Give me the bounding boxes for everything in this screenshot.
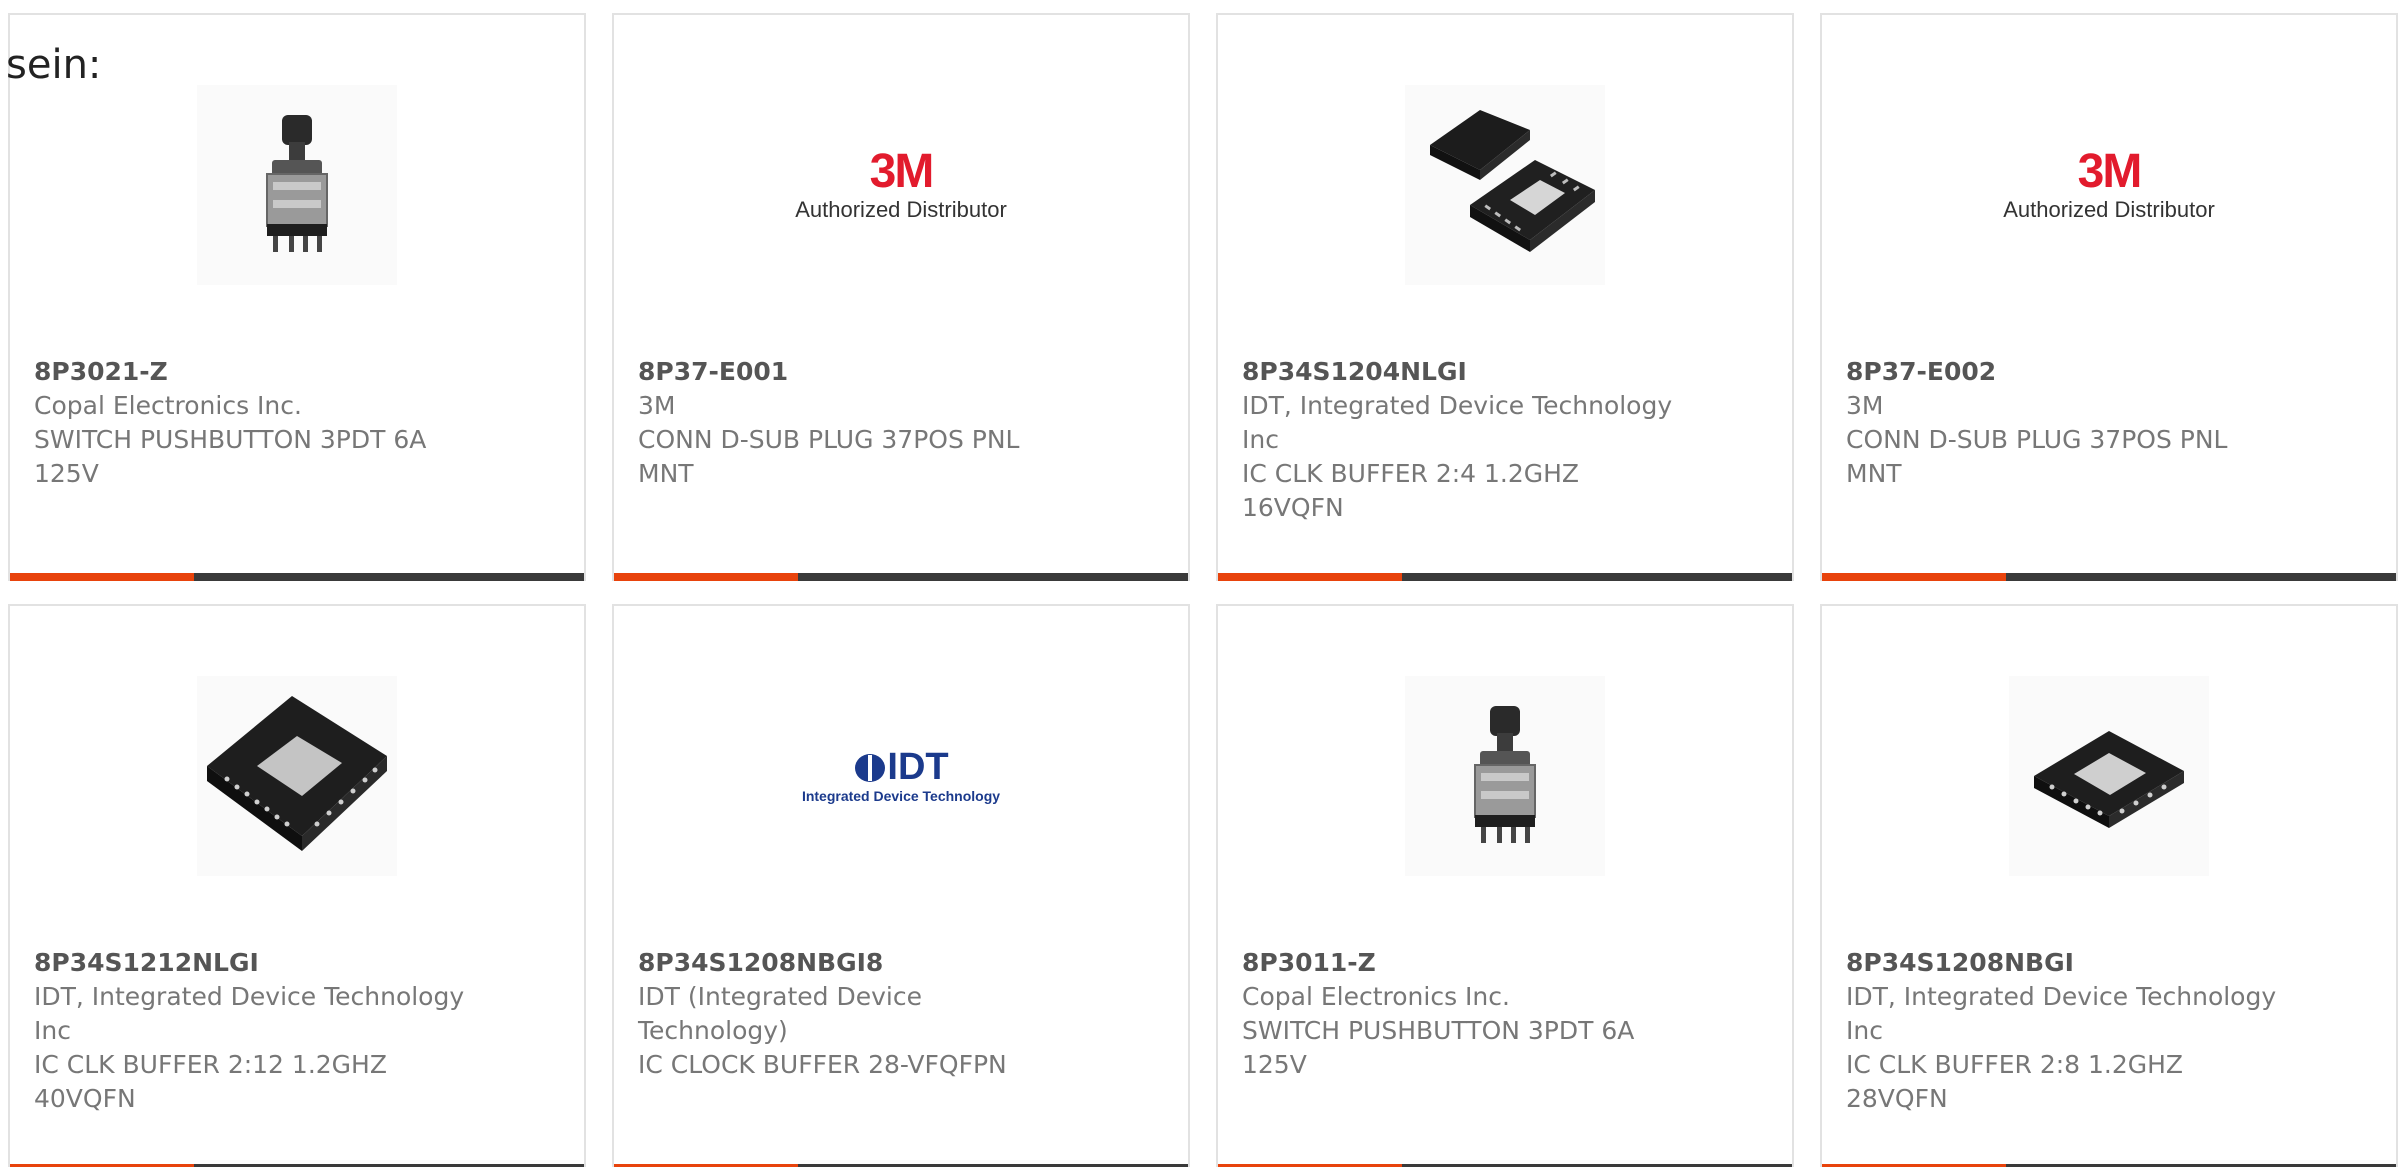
description: SWITCH PUSHBUTTON 3PDT 6A 125V xyxy=(34,425,427,488)
part-number-link[interactable]: 8P37-E001 xyxy=(638,355,1078,389)
product-card[interactable]: IDT Integrated Device Technology 8P34S12… xyxy=(612,604,1190,1167)
part-number-link[interactable]: 8P34S1208NBGI8 xyxy=(638,946,1078,980)
manufacturer: 3M xyxy=(638,391,676,420)
description: SWITCH PUSHBUTTON 3PDT 6A 125V xyxy=(1242,1016,1635,1079)
part-number-link[interactable]: 8P37-E002 xyxy=(1846,355,2286,389)
logo-mark: 3M xyxy=(869,145,935,198)
qfn-chip-large-icon xyxy=(207,696,387,851)
manufacturer: IDT (Integrated Device Technology) xyxy=(638,982,922,1045)
part-number-link[interactable]: 8P34S1208NBGI xyxy=(1846,946,2286,980)
part-number-link[interactable]: 8P3011-Z xyxy=(1242,946,1682,980)
product-info: 8P34S1212NLGI IDT, Integrated Device Tec… xyxy=(34,946,474,1116)
card-accent-bar xyxy=(1218,573,1402,581)
description: CONN D-SUB PLUG 37POS PNL MNT xyxy=(1846,425,2228,488)
pushbutton-switch-icon xyxy=(1474,706,1536,843)
product-info: 8P3011-Z Copal Electronics Inc. SWITCH P… xyxy=(1242,946,1682,1082)
card-bottom-bar xyxy=(1822,573,2396,581)
manufacturer: IDT, Integrated Device Technology Inc xyxy=(34,982,465,1045)
pushbutton-switch-icon xyxy=(266,115,328,252)
product-card[interactable]: 8P3011-Z Copal Electronics Inc. SWITCH P… xyxy=(1216,604,1794,1167)
card-bottom-bar xyxy=(10,573,584,581)
product-image[interactable] xyxy=(197,85,397,285)
product-image[interactable] xyxy=(2009,676,2209,876)
manufacturer: Copal Electronics Inc. xyxy=(34,391,302,420)
description: IC CLK BUFFER 2:4 1.2GHZ 16VQFN xyxy=(1242,459,1580,522)
idt-logo-icon: IDT Integrated Device Technology xyxy=(802,747,1000,805)
product-info: 8P37-E001 3M CONN D-SUB PLUG 37POS PNL M… xyxy=(638,355,1078,491)
card-accent-bar xyxy=(10,573,194,581)
manufacturer: IDT, Integrated Device Technology Inc xyxy=(1846,982,2277,1045)
product-card[interactable]: 8P34S1208NBGI IDT, Integrated Device Tec… xyxy=(1820,604,2398,1167)
product-card[interactable]: 3M Authorized Distributor 8P37-E001 3M C… xyxy=(612,13,1190,581)
description: IC CLOCK BUFFER 28-VFQFPN xyxy=(638,1050,1007,1079)
product-image[interactable]: 3M Authorized Distributor xyxy=(2003,85,2215,285)
description: IC CLK BUFFER 2:8 1.2GHZ 28VQFN xyxy=(1846,1050,2184,1113)
logo-subtitle: Authorized Distributor xyxy=(2003,197,2215,222)
card-accent-bar xyxy=(1822,573,2006,581)
logo-mark-text: IDT xyxy=(887,746,949,788)
product-info: 8P34S1204NLGI IDT, Integrated Device Tec… xyxy=(1242,355,1682,525)
product-info: 8P37-E002 3M CONN D-SUB PLUG 37POS PNL M… xyxy=(1846,355,2286,491)
manufacturer: IDT, Integrated Device Technology Inc xyxy=(1242,391,1673,454)
product-image[interactable] xyxy=(197,676,397,876)
card-bottom-bar xyxy=(1218,573,1792,581)
product-grid: 8P3021-Z Copal Electronics Inc. SWITCH P… xyxy=(8,13,2400,1167)
product-info: 8P34S1208NBGI IDT, Integrated Device Tec… xyxy=(1846,946,2286,1116)
product-info: 8P34S1208NBGI8 IDT (Integrated Device Te… xyxy=(638,946,1078,1082)
part-number-link[interactable]: 8P3021-Z xyxy=(34,355,474,389)
3m-logo-icon: 3M Authorized Distributor xyxy=(795,147,1007,223)
qfn-chip-pair-icon xyxy=(1430,110,1595,252)
part-number-link[interactable]: 8P34S1212NLGI xyxy=(34,946,474,980)
card-accent-bar xyxy=(614,573,798,581)
product-card[interactable]: 8P3021-Z Copal Electronics Inc. SWITCH P… xyxy=(8,13,586,581)
description: CONN D-SUB PLUG 37POS PNL MNT xyxy=(638,425,1020,488)
description: IC CLK BUFFER 2:12 1.2GHZ 40VQFN xyxy=(34,1050,387,1113)
qfn-chip-flat-icon xyxy=(2034,731,2184,828)
manufacturer: 3M xyxy=(1846,391,1884,420)
logo-mark: IDT xyxy=(802,747,1000,787)
product-image[interactable]: 3M Authorized Distributor xyxy=(795,85,1007,285)
product-image[interactable] xyxy=(1405,85,1605,285)
logo-mark: 3M xyxy=(2077,145,2143,198)
card-bottom-bar xyxy=(614,573,1188,581)
logo-subtitle: Integrated Device Technology xyxy=(801,788,1001,804)
product-card[interactable]: 8P34S1204NLGI IDT, Integrated Device Tec… xyxy=(1216,13,1794,581)
intro-text: sein: xyxy=(6,42,102,88)
page: sein: 8P3021-Z Copal Electronics Inc. SW… xyxy=(0,0,2400,1167)
product-image[interactable] xyxy=(1405,676,1605,876)
3m-logo-icon: 3M Authorized Distributor xyxy=(2003,147,2215,223)
logo-subtitle: Authorized Distributor xyxy=(795,197,1007,222)
product-image[interactable]: IDT Integrated Device Technology xyxy=(801,676,1001,876)
product-card[interactable]: 8P34S1212NLGI IDT, Integrated Device Tec… xyxy=(8,604,586,1167)
product-info: 8P3021-Z Copal Electronics Inc. SWITCH P… xyxy=(34,355,474,491)
idt-emblem-icon xyxy=(855,754,886,782)
part-number-link[interactable]: 8P34S1204NLGI xyxy=(1242,355,1682,389)
manufacturer: Copal Electronics Inc. xyxy=(1242,982,1510,1011)
product-card[interactable]: 3M Authorized Distributor 8P37-E002 3M C… xyxy=(1820,13,2398,581)
